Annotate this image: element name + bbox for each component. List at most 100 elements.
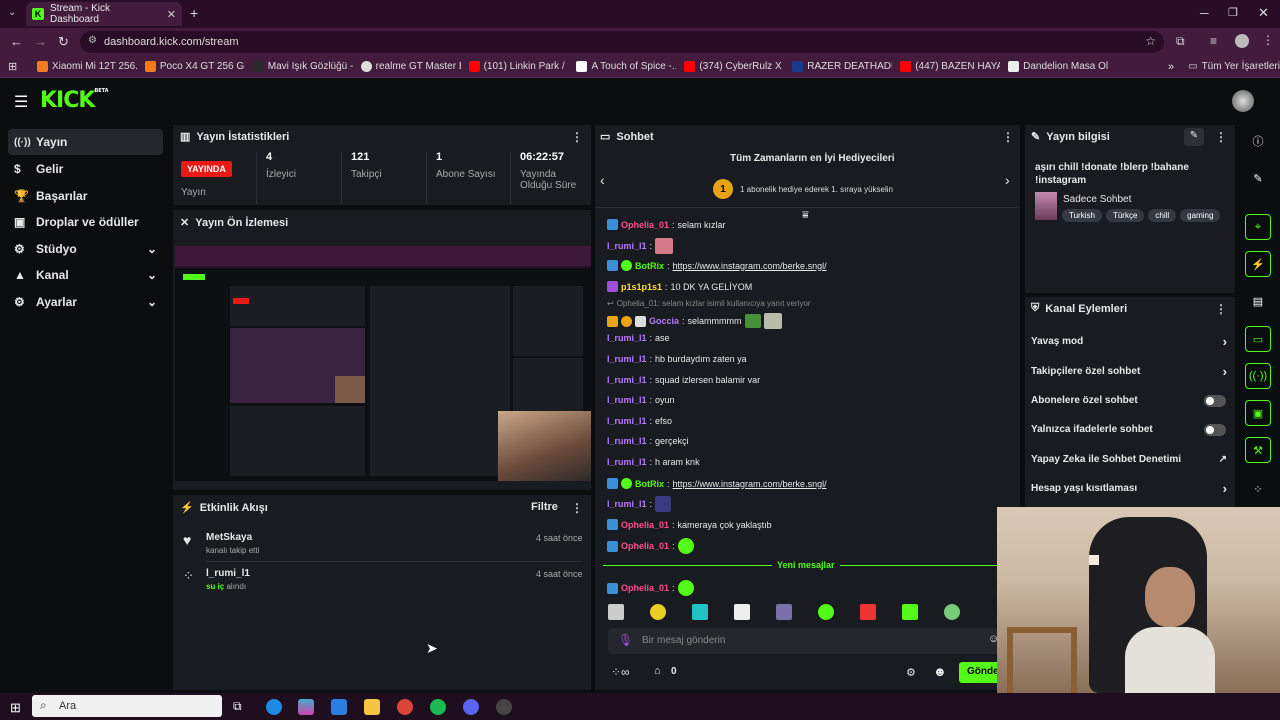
restore-icon[interactable]: ❐ <box>1228 6 1238 19</box>
info-icon[interactable]: ⓘ <box>1245 128 1271 154</box>
bookmark-1[interactable]: Xiaomi Mi 12T 256... <box>36 61 137 72</box>
sidebar-item-yayin[interactable]: ((·)) Yayın <box>8 129 163 155</box>
action-followers-only[interactable]: Takipçilere özel sohbet › <box>1031 364 1227 382</box>
tag[interactable]: Türkçe <box>1105 209 1145 222</box>
sidebar-item-studyo[interactable]: ⚙ Stüdyo ⌄ <box>8 236 163 262</box>
chat-input[interactable]: 🎙 Bir mesaj gönderin ☺ <box>608 628 1000 654</box>
stream-info-menu-icon[interactable]: ⋮ <box>1215 130 1227 144</box>
sidebar-item-kanal[interactable]: ▲ Kanal ⌄ <box>8 262 163 288</box>
bookmark-7[interactable]: (374) CyberRulz X B... <box>684 61 784 72</box>
file-explorer-icon[interactable] <box>364 699 380 715</box>
copilot-icon[interactable] <box>298 699 314 715</box>
screen-capture-icon[interactable]: ⌖ <box>1245 214 1271 240</box>
emote-icon[interactable] <box>776 604 792 620</box>
mascot-icon[interactable]: ☻ <box>933 664 947 679</box>
document-icon[interactable]: ▤ <box>1245 288 1271 314</box>
user-avatar[interactable] <box>1232 90 1254 112</box>
sidebar-item-droplar[interactable]: ▣ Droplar ve ödüller <box>8 209 163 235</box>
site-info-icon[interactable]: ⚙ <box>88 35 97 46</box>
browser-menu-icon[interactable]: ⋮ <box>1262 33 1274 47</box>
browser-tab[interactable]: K Stream - Kick Dashboard ✕ <box>26 2 182 26</box>
sidebar-item-basarilar[interactable]: 🏆 Başarılar <box>8 183 163 209</box>
activity-menu-icon[interactable]: ⋮ <box>571 501 583 515</box>
task-view-icon[interactable]: ⧉ <box>233 699 242 714</box>
bookmark-2[interactable]: Poco X4 GT 256 GB... <box>144 61 245 72</box>
bookmark-4[interactable]: realme GT Master E... <box>360 61 461 72</box>
chat-panel-icon[interactable]: ▭ <box>1245 326 1271 352</box>
lightning-icon[interactable]: ⚡ <box>1245 251 1271 277</box>
tools-icon[interactable]: ⚒ <box>1245 437 1271 463</box>
back-icon[interactable]: ← <box>10 34 23 49</box>
store-icon[interactable] <box>331 699 347 715</box>
discord-icon[interactable] <box>463 699 479 715</box>
chat-link[interactable]: https://www.instagram.com/berke.sngl/ <box>673 479 827 489</box>
filter-button[interactable]: Filtre <box>531 501 558 513</box>
category-name[interactable]: Sadece Sohbet <box>1063 194 1131 205</box>
emote-icon[interactable] <box>902 604 918 620</box>
emote-icon[interactable] <box>818 604 834 620</box>
reading-list-icon[interactable]: ≡ <box>1210 34 1217 48</box>
bookmark-3[interactable]: Mavi Işık Gözlüğü -... <box>252 61 353 72</box>
new-tab-icon[interactable]: + <box>190 5 198 21</box>
chat-settings-icon[interactable]: ⚙ <box>906 666 916 679</box>
broadcast-rail-icon[interactable]: ((·)) <box>1245 363 1271 389</box>
stats-menu-icon[interactable]: ⋮ <box>571 130 583 144</box>
profile-avatar-icon[interactable] <box>1235 34 1249 48</box>
emote-icon[interactable] <box>734 604 750 620</box>
chat-menu-icon[interactable]: ⋮ <box>1002 130 1014 144</box>
tab-search-icon[interactable]: ⌄ <box>8 7 16 18</box>
gift-box-icon[interactable]: ⌂ <box>654 665 661 677</box>
bookmark-8[interactable]: RAZER DEATHADDE... <box>792 61 892 72</box>
subs-only-toggle[interactable] <box>1204 395 1226 407</box>
windows-start-icon[interactable]: ⊞ <box>10 700 21 716</box>
hamburger-menu-icon[interactable]: ☰ <box>14 92 28 112</box>
close-tab-icon[interactable]: ✕ <box>167 8 176 21</box>
channel-actions-menu-icon[interactable]: ⋮ <box>1215 302 1227 316</box>
activity-user[interactable]: MetSkaya <box>206 532 252 543</box>
tag[interactable]: Turkish <box>1062 209 1102 222</box>
emote-icon[interactable] <box>650 604 666 620</box>
tag[interactable]: chill <box>1148 209 1177 222</box>
apps-grid-icon[interactable]: ⊞ <box>8 60 29 73</box>
all-bookmarks[interactable]: ▭ Tüm Yer İşaretleri <box>1188 61 1280 72</box>
sidebar-item-gelir[interactable]: $ Gelir <box>8 156 163 182</box>
emote-icon[interactable] <box>608 604 624 620</box>
more-bookmarks-icon[interactable]: » <box>1168 61 1174 73</box>
pencil-icon[interactable]: ✎ <box>1245 165 1271 191</box>
obs-icon[interactable] <box>496 699 512 715</box>
tag[interactable]: gaming <box>1180 209 1221 222</box>
kick-logo[interactable]: KICKBETA <box>40 88 109 113</box>
chat-link[interactable]: https://www.instagram.com/berke.sngl/ <box>673 261 827 271</box>
bookmark-5[interactable]: (101) Linkin Park / S... <box>468 61 568 72</box>
forward-icon[interactable]: → <box>34 34 47 49</box>
emote-only-toggle[interactable] <box>1204 424 1226 436</box>
reload-icon[interactable]: ↻ <box>58 34 69 50</box>
action-slow-mode[interactable]: Yavaş mod › <box>1031 334 1227 352</box>
activity-user[interactable]: l_rumi_l1 <box>206 568 250 579</box>
chrome-icon[interactable] <box>397 699 413 715</box>
minimize-icon[interactable]: ─ <box>1200 6 1209 20</box>
window-close-icon[interactable]: ✕ <box>1258 5 1269 21</box>
bookmark-star-icon[interactable]: ☆ <box>1145 34 1156 48</box>
url-input[interactable]: ⚙ dashboard.kick.com/stream ☆ <box>80 31 1164 53</box>
stream-preview-video[interactable] <box>175 246 591 481</box>
category-thumbnail[interactable] <box>1035 192 1057 220</box>
action-ai-moderation[interactable]: Yapay Zeka ile Sohbet Denetimi ↗ <box>1031 454 1227 470</box>
edit-icon[interactable]: ✎ <box>1184 128 1204 146</box>
bookmark-6[interactable]: A Touch of Spice -... <box>576 61 676 72</box>
kick-points-infinite-icon[interactable]: ⁘∞ <box>611 665 630 679</box>
spotify-icon[interactable] <box>430 699 446 715</box>
emote-icon[interactable] <box>692 604 708 620</box>
chevron-right-icon[interactable]: › <box>1005 172 1010 188</box>
chevron-left-icon[interactable]: ‹ <box>600 172 605 188</box>
edge-icon[interactable] <box>266 699 282 715</box>
action-account-age[interactable]: Hesap yaşı kısıtlaması › <box>1031 481 1227 499</box>
sidebar-item-ayarlar[interactable]: ⚙ Ayarlar ⌄ <box>8 289 163 315</box>
mic-icon[interactable]: 🎙 <box>618 633 633 647</box>
kick-points-rail-icon[interactable]: ⁘ <box>1245 476 1271 502</box>
taskbar-search[interactable]: ⌕ Ara <box>32 695 222 717</box>
pinned-toggle-icon[interactable]: ⩸ <box>802 209 809 222</box>
emote-icon[interactable] <box>944 604 960 620</box>
layout-icon[interactable]: ▣ <box>1245 400 1271 426</box>
bookmark-9[interactable]: (447) BAZEN HAYAT... <box>900 61 1000 72</box>
